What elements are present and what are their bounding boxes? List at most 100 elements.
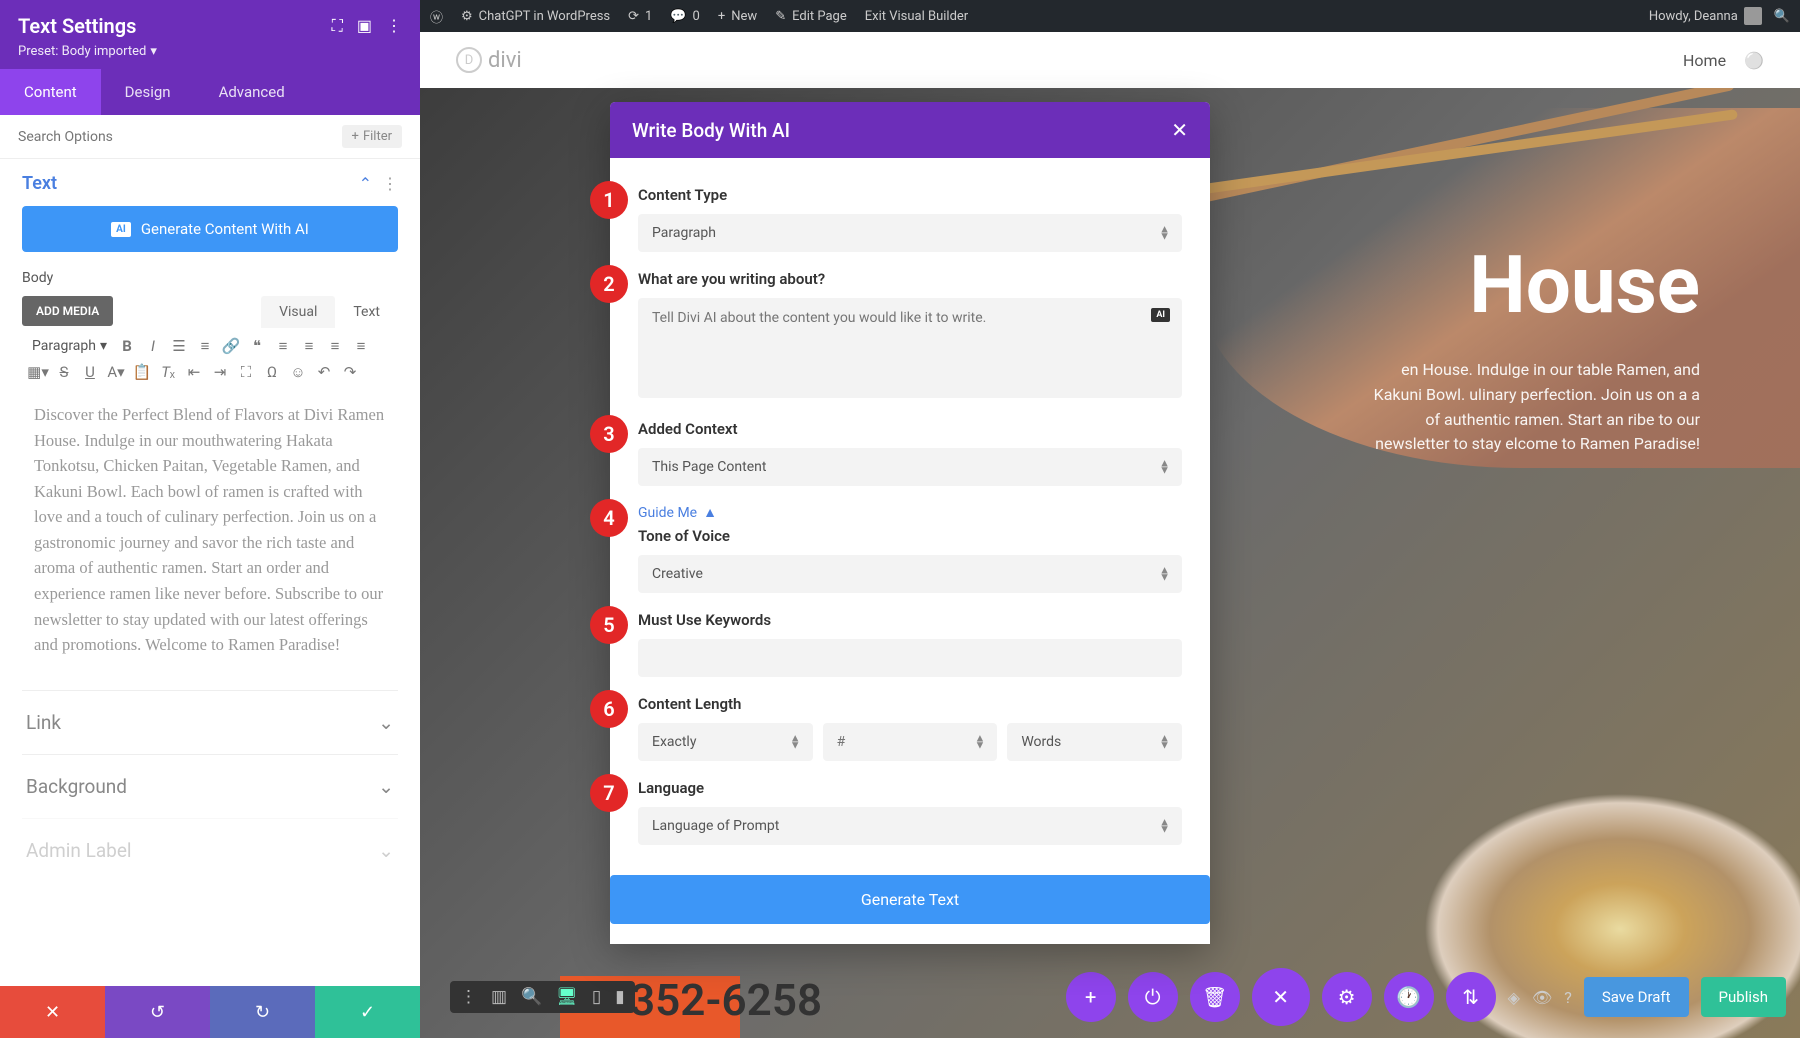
paste-icon[interactable]: 📋: [130, 360, 154, 384]
save-button[interactable]: ✓: [315, 986, 420, 1038]
align-right-icon[interactable]: ≡: [323, 334, 347, 358]
zoom-icon[interactable]: 🔍: [521, 987, 542, 1007]
wireframe-icon[interactable]: ▥: [491, 987, 507, 1007]
text-section-title: Text: [22, 173, 57, 194]
body-label: Body: [22, 270, 398, 286]
filter-button[interactable]: + Filter: [342, 125, 402, 148]
close-icon[interactable]: ✕: [1171, 118, 1188, 142]
ai-icon[interactable]: AI: [1151, 308, 1170, 322]
editor-toolbar: Paragraph ▾ B I ☰ ≡ 🔗 ❝ ≡ ≡ ≡ ≡ ▦▾ S U A…: [22, 328, 398, 390]
updates-link[interactable]: ⟳ 1: [628, 9, 652, 24]
link-icon[interactable]: 🔗: [219, 334, 243, 358]
step-badge: 4: [590, 499, 628, 537]
ul-icon[interactable]: ☰: [167, 334, 191, 358]
accordion-background[interactable]: Background⌄: [22, 754, 398, 818]
emoji-icon[interactable]: ☺: [286, 360, 310, 384]
accordion-link[interactable]: Link⌄: [22, 690, 398, 754]
cancel-button[interactable]: ✕: [0, 986, 105, 1038]
flow-button[interactable]: ⇅: [1446, 972, 1496, 1022]
guide-me-link[interactable]: Guide Me ▲: [638, 504, 1182, 521]
eye-icon[interactable]: 👁: [1532, 988, 1552, 1007]
editor-tab-visual[interactable]: Visual: [261, 296, 335, 328]
length-mode-select[interactable]: Exactly: [638, 723, 813, 761]
add-button[interactable]: +: [1066, 972, 1116, 1022]
close-builder-button[interactable]: ✕: [1252, 968, 1310, 1026]
clear-format-icon[interactable]: Tₓ: [156, 360, 180, 384]
bold-icon[interactable]: B: [115, 334, 139, 358]
table-icon[interactable]: ▦▾: [26, 360, 50, 384]
context-select[interactable]: This Page Content: [638, 448, 1182, 486]
quote-icon[interactable]: ❝: [245, 334, 269, 358]
more-icon[interactable]: ⋮: [460, 987, 477, 1007]
power-button[interactable]: ⏻: [1128, 972, 1178, 1022]
undo-button[interactable]: ↺: [105, 986, 210, 1038]
delete-button[interactable]: 🗑: [1190, 972, 1240, 1022]
settings-button[interactable]: ⚙: [1322, 972, 1372, 1022]
content-type-select[interactable]: Paragraph: [638, 214, 1182, 252]
accordion-admin-label[interactable]: Admin Label⌄: [22, 818, 398, 882]
layers-icon[interactable]: ◈: [1508, 988, 1520, 1007]
indent-icon[interactable]: ⇥: [208, 360, 232, 384]
generate-content-button[interactable]: AI Generate Content With AI: [22, 206, 398, 252]
tab-content[interactable]: Content: [0, 69, 101, 115]
format-select[interactable]: Paragraph ▾: [26, 334, 113, 358]
align-justify-icon[interactable]: ≡: [349, 334, 373, 358]
new-link[interactable]: + New: [718, 9, 757, 24]
align-left-icon[interactable]: ≡: [271, 334, 295, 358]
builder-bottom-bar: ⋮ ▥ 🔍 🖥 ▯ ▮ + ⏻ 🗑 ✕ ⚙ 🕐 ⇅ ◈ 👁 ? Save Dra…: [450, 968, 1786, 1026]
desktop-icon[interactable]: 🖥: [556, 987, 578, 1007]
body-editor[interactable]: Discover the Perfect Blend of Flavors at…: [22, 390, 398, 690]
edit-page-link[interactable]: ✎ Edit Page: [775, 9, 847, 24]
help-icon[interactable]: ?: [1564, 988, 1572, 1007]
nav-home[interactable]: Home: [1683, 51, 1726, 70]
redo-icon[interactable]: ↷: [338, 360, 362, 384]
ai-badge-icon: AI: [111, 222, 131, 237]
length-count-input[interactable]: [823, 723, 998, 761]
search-icon[interactable]: ⚪: [1744, 51, 1764, 70]
tone-select[interactable]: Creative: [638, 555, 1182, 593]
about-textarea[interactable]: [638, 298, 1182, 398]
ol-icon[interactable]: ≡: [193, 334, 217, 358]
tab-design[interactable]: Design: [101, 69, 195, 115]
focus-icon[interactable]: ⛶: [332, 16, 343, 36]
more-icon[interactable]: ⋮: [386, 16, 402, 36]
textcolor-icon[interactable]: A▾: [104, 360, 128, 384]
redo-button[interactable]: ↻: [210, 986, 315, 1038]
search-icon[interactable]: 🔍: [1774, 9, 1790, 24]
length-label: Content Length: [638, 695, 1182, 713]
divi-logo[interactable]: Ddivi: [456, 47, 522, 73]
save-draft-button[interactable]: Save Draft: [1584, 977, 1689, 1017]
fullscreen-icon[interactable]: ⛶: [234, 360, 258, 384]
tab-advanced[interactable]: Advanced: [195, 69, 309, 115]
length-unit-select[interactable]: Words: [1007, 723, 1182, 761]
keywords-input[interactable]: [638, 639, 1182, 677]
section-more-icon[interactable]: ⋮: [382, 174, 398, 193]
wp-logo-icon[interactable]: ⓦ: [430, 7, 443, 26]
phone-icon[interactable]: ▮: [615, 987, 624, 1007]
search-options-input[interactable]: [18, 129, 342, 145]
content-type-label: Content Type: [638, 186, 1182, 204]
collapse-icon[interactable]: ⌃: [359, 174, 372, 193]
add-media-button[interactable]: ADD MEDIA: [22, 296, 113, 326]
outdent-icon[interactable]: ⇤: [182, 360, 206, 384]
italic-icon[interactable]: I: [141, 334, 165, 358]
undo-icon[interactable]: ↶: [312, 360, 336, 384]
underline-icon[interactable]: U: [78, 360, 102, 384]
generate-text-button[interactable]: Generate Text: [610, 875, 1210, 924]
expand-icon[interactable]: ▣: [357, 16, 372, 36]
exit-builder-link[interactable]: Exit Visual Builder: [865, 9, 968, 24]
tablet-icon[interactable]: ▯: [592, 987, 601, 1007]
history-button[interactable]: 🕐: [1384, 972, 1434, 1022]
strike-icon[interactable]: S: [52, 360, 76, 384]
tone-label: Tone of Voice: [638, 527, 1182, 545]
keywords-label: Must Use Keywords: [638, 611, 1182, 629]
specialchar-icon[interactable]: Ω: [260, 360, 284, 384]
preset-selector[interactable]: Preset: Body imported ▾: [18, 44, 402, 59]
editor-tab-text[interactable]: Text: [335, 296, 398, 328]
align-center-icon[interactable]: ≡: [297, 334, 321, 358]
chatgpt-plugin-link[interactable]: ⚙ ChatGPT in WordPress: [461, 9, 610, 24]
howdy-user[interactable]: Howdy, Deanna: [1649, 7, 1762, 25]
comments-link[interactable]: 💬 0: [670, 9, 700, 24]
publish-button[interactable]: Publish: [1701, 977, 1786, 1017]
language-select[interactable]: Language of Prompt: [638, 807, 1182, 845]
